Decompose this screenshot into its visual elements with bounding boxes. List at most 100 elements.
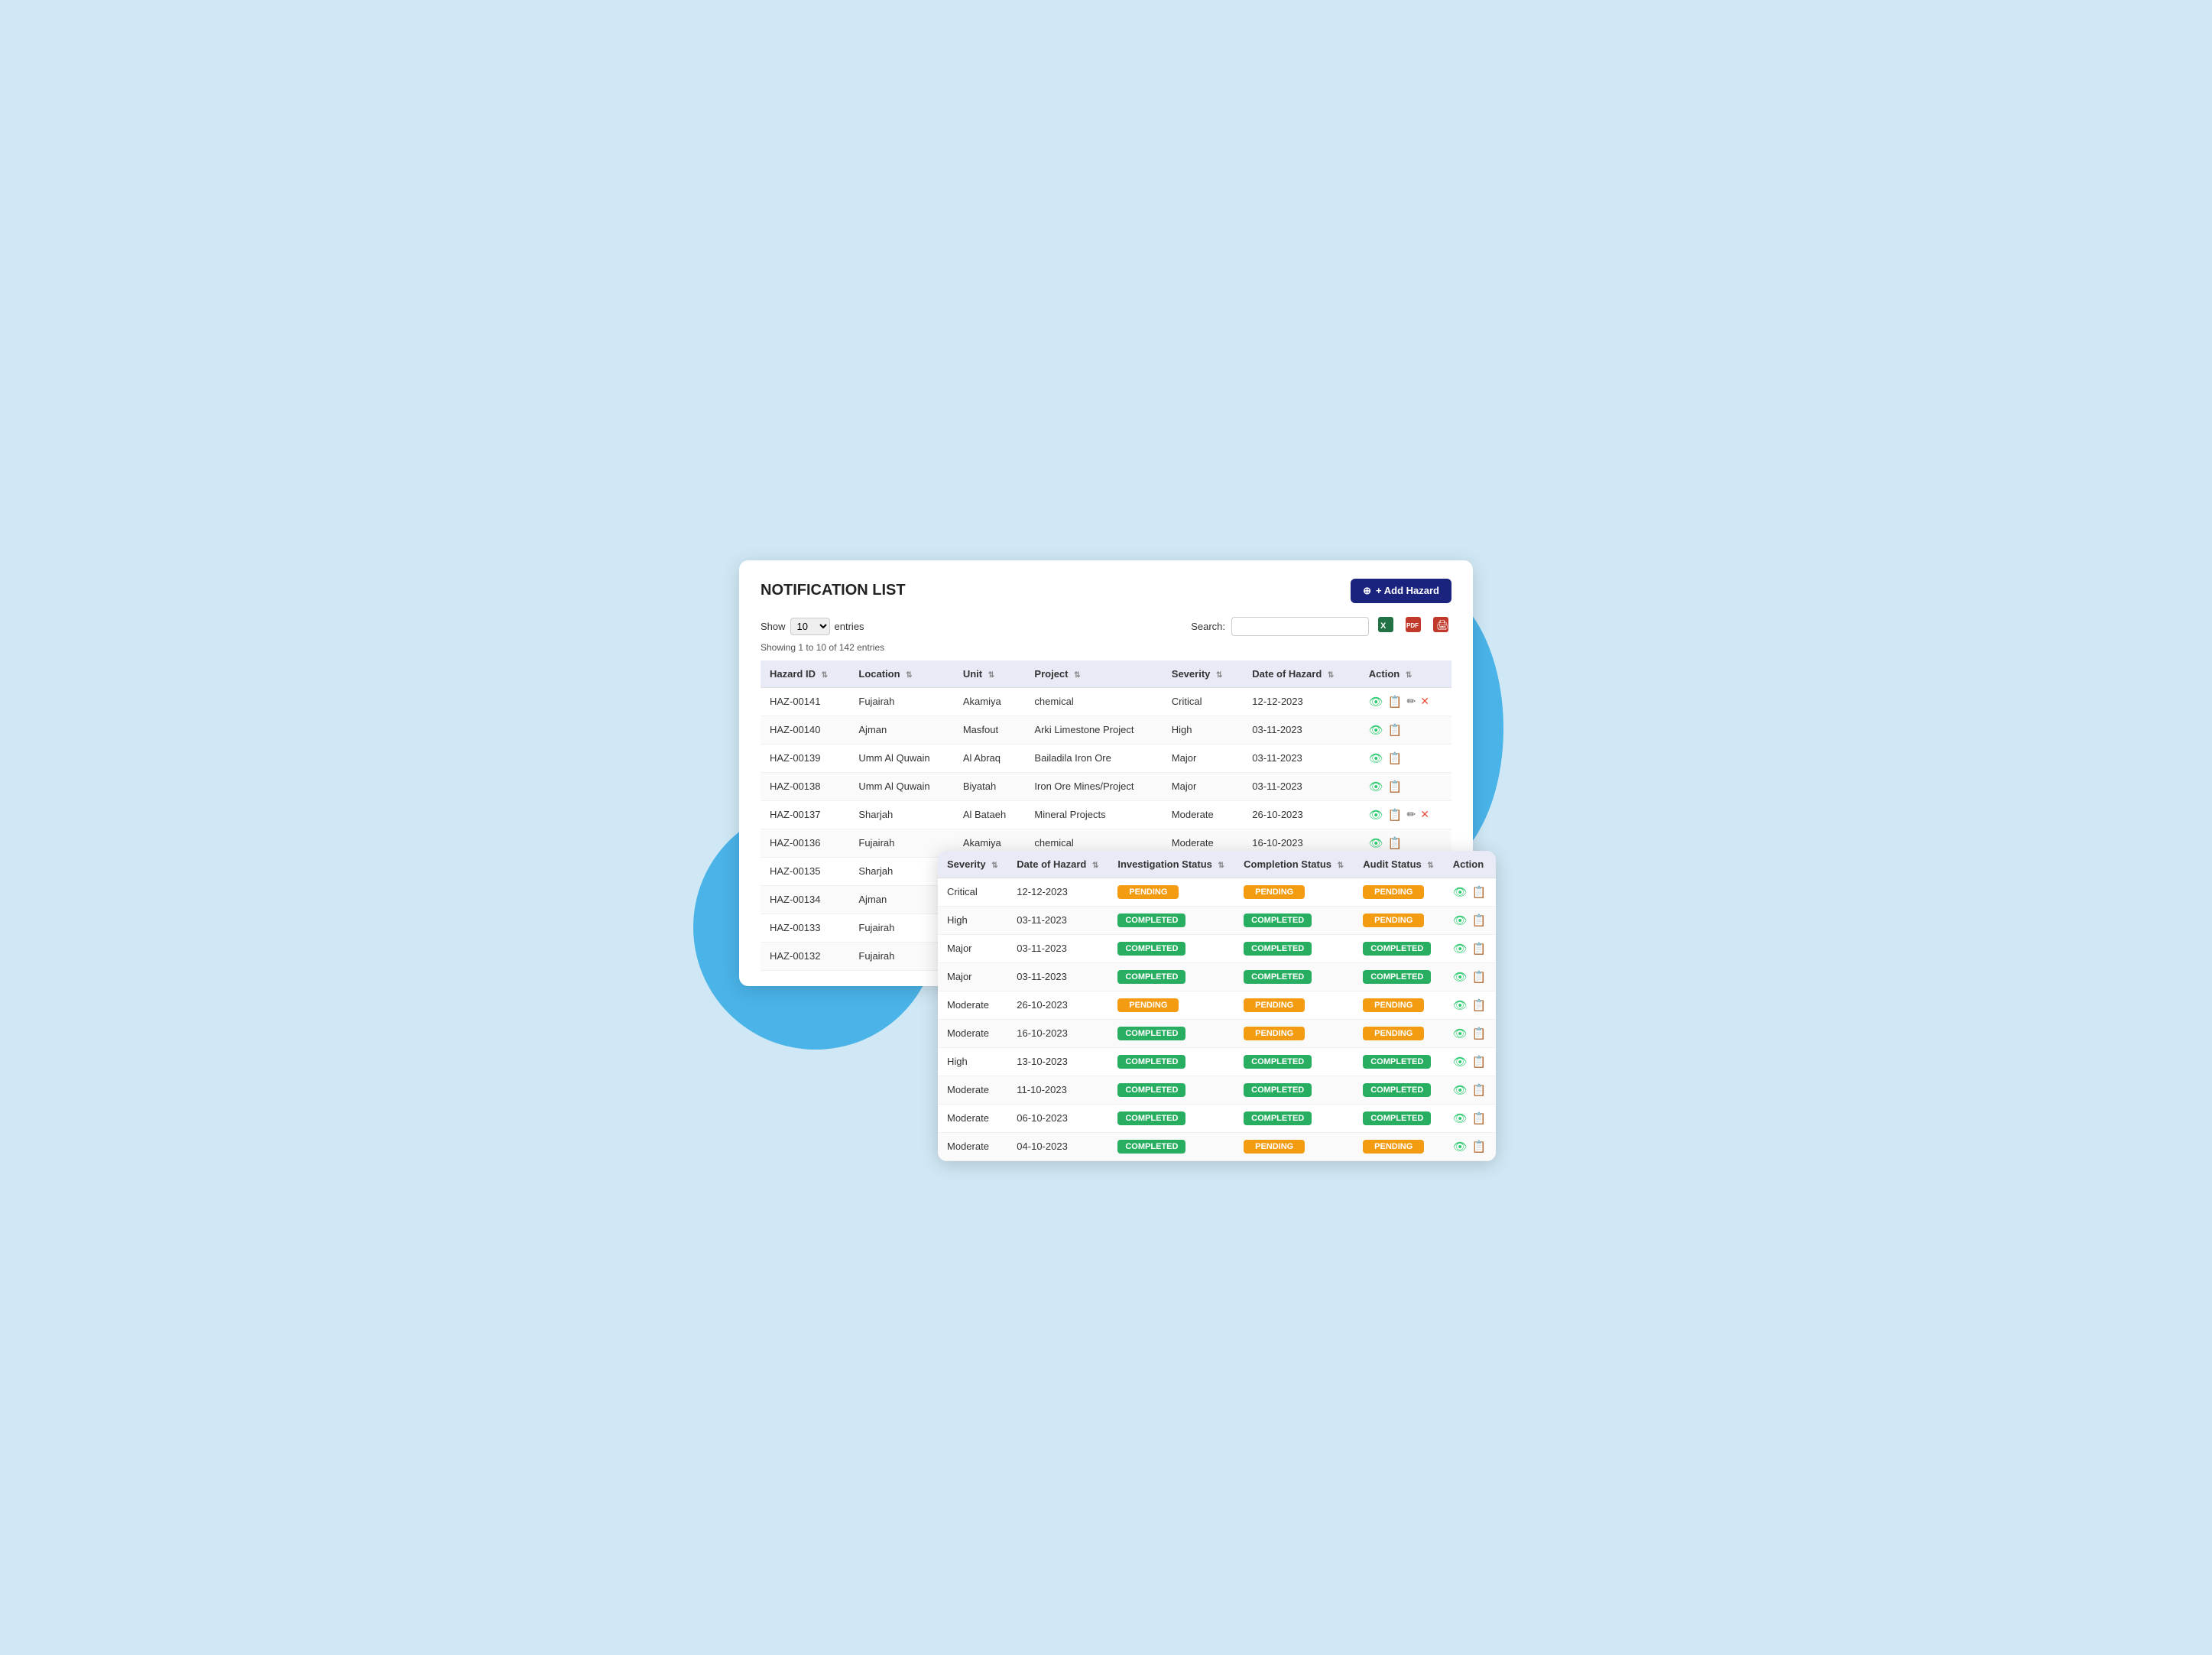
view-icon[interactable]: 👁 bbox=[1369, 836, 1383, 850]
svg-text:PDF: PDF bbox=[1406, 622, 1419, 629]
export-pdf-button[interactable]: PDF bbox=[1403, 615, 1424, 638]
view-icon[interactable]: 👁 bbox=[1453, 1111, 1468, 1125]
table-header-row: Hazard ID ⇅ Location ⇅ Unit ⇅ Project ⇅ … bbox=[761, 660, 1451, 688]
hazard-id-cell: HAZ-00139 bbox=[761, 744, 849, 772]
view-icon[interactable]: 👁 bbox=[1453, 913, 1468, 927]
date-cell: 04-10-2023 bbox=[1007, 1132, 1108, 1160]
view-icon[interactable]: 👁 bbox=[1369, 723, 1383, 737]
severity-cell: Critical bbox=[1163, 687, 1243, 716]
doc-icon[interactable]: 📋 bbox=[1472, 1111, 1487, 1125]
investigation-cell: COMPLETED bbox=[1108, 962, 1234, 991]
view-icon[interactable]: 👁 bbox=[1453, 998, 1468, 1012]
search-input[interactable] bbox=[1231, 617, 1369, 636]
edit-icon[interactable]: ✏ bbox=[1407, 808, 1416, 821]
delete-icon[interactable]: ✕ bbox=[1420, 808, 1429, 821]
sort-icon[interactable]: ⇅ bbox=[1092, 862, 1098, 870]
doc-icon[interactable]: 📋 bbox=[1388, 723, 1403, 737]
doc-icon[interactable]: 📋 bbox=[1472, 885, 1487, 899]
completion-badge: PENDING bbox=[1244, 1027, 1305, 1040]
sort-icon[interactable]: ⇅ bbox=[1328, 671, 1334, 680]
severity-cell: Moderate bbox=[1163, 800, 1243, 829]
sec-col-investigation: Investigation Status ⇅ bbox=[1108, 851, 1234, 878]
view-icon[interactable]: 👁 bbox=[1453, 970, 1468, 984]
sort-icon[interactable]: ⇅ bbox=[1216, 671, 1222, 680]
date-cell: 03-11-2023 bbox=[1243, 716, 1360, 744]
completion-cell: PENDING bbox=[1234, 1132, 1354, 1160]
completion-badge: PENDING bbox=[1244, 885, 1305, 899]
doc-icon[interactable]: 📋 bbox=[1472, 1055, 1487, 1069]
completion-cell: PENDING bbox=[1234, 1019, 1354, 1047]
view-icon[interactable]: 👁 bbox=[1453, 1140, 1468, 1154]
sort-icon[interactable]: ⇅ bbox=[1074, 671, 1080, 680]
view-icon[interactable]: 👁 bbox=[1369, 808, 1383, 822]
entries-info: Showing 1 to 10 of 142 entries bbox=[761, 642, 1451, 653]
sort-icon[interactable]: ⇅ bbox=[1427, 862, 1433, 870]
investigation-cell: PENDING bbox=[1108, 991, 1234, 1019]
action-cell: 👁 📋 ✏ ✕ bbox=[1360, 800, 1451, 829]
doc-icon[interactable]: 📋 bbox=[1388, 836, 1403, 850]
completion-cell: PENDING bbox=[1234, 991, 1354, 1019]
investigation-badge: COMPLETED bbox=[1117, 1140, 1185, 1154]
entries-select[interactable]: 10 25 50 100 bbox=[790, 618, 830, 635]
sort-icon[interactable]: ⇅ bbox=[991, 862, 997, 870]
action-cell: 👁📋 bbox=[1360, 716, 1451, 744]
view-icon[interactable]: 👁 bbox=[1453, 1027, 1468, 1040]
completion-cell: COMPLETED bbox=[1234, 1076, 1354, 1104]
table-row: Moderate 06-10-2023 COMPLETED COMPLETED … bbox=[938, 1104, 1496, 1132]
date-cell: 03-11-2023 bbox=[1007, 906, 1108, 934]
sort-icon[interactable]: ⇅ bbox=[1406, 671, 1412, 680]
view-icon[interactable]: 👁 bbox=[1453, 942, 1468, 956]
view-icon[interactable]: 👁 bbox=[1453, 1055, 1468, 1069]
view-icon[interactable]: 👁 bbox=[1369, 751, 1383, 765]
edit-icon[interactable]: ✏ bbox=[1407, 695, 1416, 708]
table-row: Moderate 11-10-2023 COMPLETED COMPLETED … bbox=[938, 1076, 1496, 1104]
doc-icon[interactable]: 📋 bbox=[1472, 970, 1487, 984]
audit-badge: PENDING bbox=[1363, 885, 1424, 899]
view-icon[interactable]: 👁 bbox=[1453, 885, 1468, 899]
view-icon[interactable]: 👁 bbox=[1369, 695, 1383, 709]
sec-col-action: Action bbox=[1444, 851, 1496, 878]
action-cell: 👁📋 bbox=[1444, 934, 1496, 962]
sort-icon[interactable]: ⇅ bbox=[988, 671, 994, 680]
doc-icon[interactable]: 📋 bbox=[1472, 942, 1487, 956]
audit-cell: PENDING bbox=[1354, 878, 1443, 906]
investigation-cell: PENDING bbox=[1108, 878, 1234, 906]
doc-icon[interactable]: 📋 bbox=[1472, 1140, 1487, 1154]
sort-icon[interactable]: ⇅ bbox=[906, 671, 912, 680]
export-excel-button[interactable]: X bbox=[1375, 615, 1396, 638]
date-cell: 26-10-2023 bbox=[1243, 800, 1360, 829]
action-cell: 👁📋 bbox=[1360, 744, 1451, 772]
date-cell: 16-10-2023 bbox=[1007, 1019, 1108, 1047]
doc-icon[interactable]: 📋 bbox=[1472, 998, 1487, 1012]
completion-badge: PENDING bbox=[1244, 998, 1305, 1012]
doc-icon[interactable]: 📋 bbox=[1472, 913, 1487, 927]
sort-icon[interactable]: ⇅ bbox=[1338, 862, 1344, 870]
sec-col-audit: Audit Status ⇅ bbox=[1354, 851, 1443, 878]
date-cell: 06-10-2023 bbox=[1007, 1104, 1108, 1132]
doc-icon[interactable]: 📋 bbox=[1388, 808, 1403, 822]
view-icon[interactable]: 👁 bbox=[1369, 780, 1383, 793]
delete-icon[interactable]: ✕ bbox=[1420, 695, 1429, 708]
audit-badge: PENDING bbox=[1363, 913, 1424, 927]
sort-icon[interactable]: ⇅ bbox=[1218, 862, 1224, 870]
date-cell: 03-11-2023 bbox=[1007, 962, 1108, 991]
doc-icon[interactable]: 📋 bbox=[1472, 1083, 1487, 1097]
add-icon: ⊕ bbox=[1363, 585, 1371, 597]
investigation-cell: COMPLETED bbox=[1108, 934, 1234, 962]
investigation-badge: PENDING bbox=[1117, 998, 1179, 1012]
severity-cell: Critical bbox=[938, 878, 1007, 906]
audit-badge: PENDING bbox=[1363, 1140, 1424, 1154]
view-icon[interactable]: 👁 bbox=[1453, 1083, 1468, 1097]
doc-icon[interactable]: 📋 bbox=[1472, 1027, 1487, 1040]
doc-icon[interactable]: 📋 bbox=[1388, 751, 1403, 765]
action-cell: 👁📋 bbox=[1444, 1076, 1496, 1104]
doc-icon[interactable]: 📋 bbox=[1388, 695, 1403, 709]
doc-icon[interactable]: 📋 bbox=[1388, 780, 1403, 793]
add-hazard-button[interactable]: ⊕ + Add Hazard bbox=[1351, 579, 1451, 603]
location-cell: Umm Al Quwain bbox=[849, 744, 953, 772]
sort-icon[interactable]: ⇅ bbox=[822, 671, 828, 680]
audit-cell: PENDING bbox=[1354, 991, 1443, 1019]
project-cell: chemical bbox=[1025, 687, 1162, 716]
date-cell: 12-12-2023 bbox=[1243, 687, 1360, 716]
print-button[interactable]: 🖨 bbox=[1430, 615, 1451, 638]
